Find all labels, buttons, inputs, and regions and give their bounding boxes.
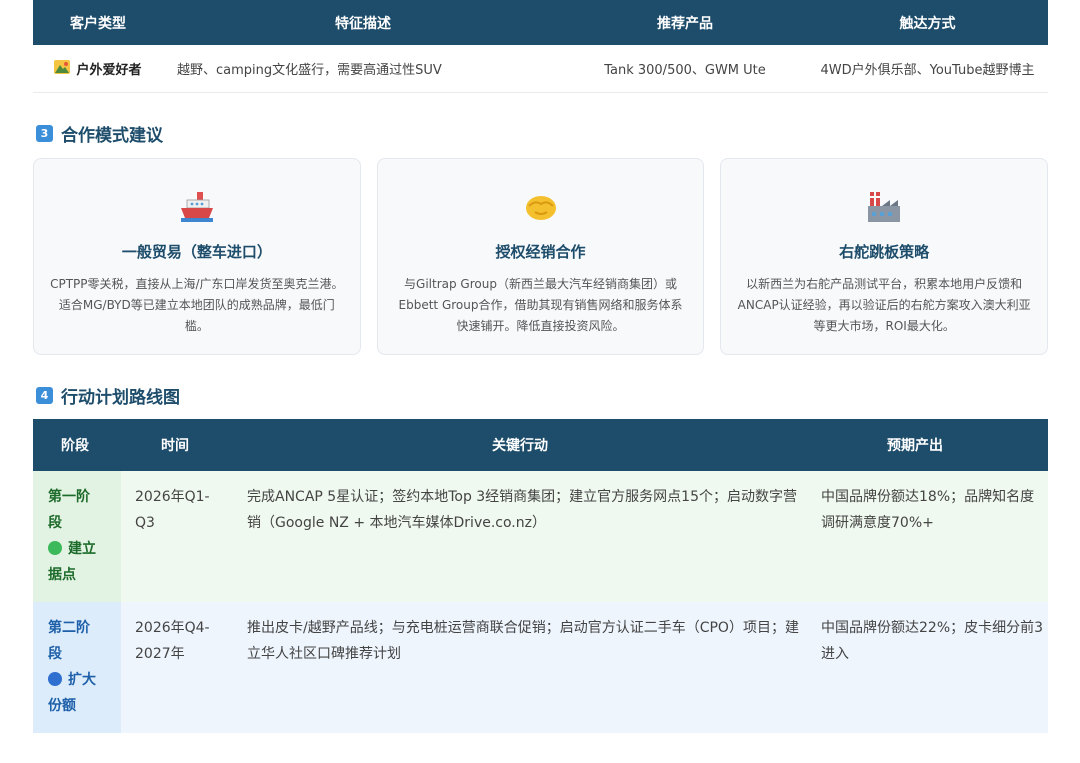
stage-name: 建立 xyxy=(48,536,121,562)
mountain-icon xyxy=(54,59,71,78)
stage-cell: 第一阶 段 建立 据点 xyxy=(33,471,121,602)
card-description: 与Giltrap Group（新西兰最大汽车经销商集团）或Ebbett Grou… xyxy=(398,277,683,333)
products-cell: Tank 300/500、GWM Ute xyxy=(604,63,766,78)
stage-name-cont: 份额 xyxy=(48,698,76,714)
number-badge: 3 xyxy=(36,125,53,142)
section-title: 行动计划路线图 xyxy=(61,388,180,408)
customer-type-cell: 户外爱好者 xyxy=(33,59,163,78)
stage-label: 第一阶 xyxy=(48,489,90,505)
green-circle-icon xyxy=(48,541,62,555)
cooperation-cards: 一般贸易（整车进口） CPTPP零关税，直接从上海/广东口岸发货至奥克兰港。适合… xyxy=(33,158,1049,355)
time-line: 2026年Q4- xyxy=(135,620,210,636)
output-cell: 中国品牌份额达18%；品牌知名度调研满意度70%+ xyxy=(821,489,1035,531)
description-cell: 越野、camping文化盛行，需要高通过性SUV xyxy=(177,63,442,78)
blue-circle-icon xyxy=(48,672,62,686)
output-cell: 中国品牌份额达22%；皮卡细分前3进入 xyxy=(821,620,1044,662)
time-line-cont: Q3 xyxy=(135,515,155,531)
customer-table: 客户类型 特征描述 推荐产品 触达方式 户外爱好者 越野、camping文化盛行… xyxy=(33,0,1048,93)
table-row: 户外爱好者 越野、camping文化盛行，需要高通过性SUV Tank 300/… xyxy=(33,45,1048,93)
header-channel: 触达方式 xyxy=(899,15,956,32)
actions-cell: 完成ANCAP 5星认证；签约本地Top 3经销商集团；建立官方服务网点15个；… xyxy=(247,489,797,531)
header-description: 特征描述 xyxy=(335,15,391,32)
stage-label-cont: 段 xyxy=(48,515,62,531)
time-cell: 2026年Q4- 2027年 xyxy=(121,602,233,733)
header-products: 推荐产品 xyxy=(657,15,713,32)
actions-cell: 推出皮卡/越野产品线；与充电桩运营商联合促销；启动官方认证二手车（CPO）项目；… xyxy=(247,620,799,662)
customer-table-header: 客户类型 特征描述 推荐产品 触达方式 xyxy=(33,0,1048,45)
stage-label-cont: 段 xyxy=(48,646,62,662)
card-title: 授权经销合作 xyxy=(495,243,586,261)
card-authorized-dealer: 授权经销合作 与Giltrap Group（新西兰最大汽车经销商集团）或Ebbe… xyxy=(376,158,705,355)
roadmap-table: 阶段 时间 关键行动 预期产出 第一阶 段 建立 据点 2026年Q1- Q3 … xyxy=(33,419,1048,733)
card-title: 一般贸易（整车进口） xyxy=(121,243,272,261)
header-customer-type: 客户类型 xyxy=(70,15,126,32)
number-badge: 4 xyxy=(36,387,53,404)
time-line: 2026年Q1- xyxy=(135,489,210,505)
header-stage: 阶段 xyxy=(61,438,89,454)
customer-type-label: 户外爱好者 xyxy=(76,63,142,78)
stage-name-cont: 据点 xyxy=(48,567,76,583)
header-output: 预期产出 xyxy=(887,438,943,454)
table-row: 第二阶 段 扩大 份额 2026年Q4- 2027年 推出皮卡/越野产品线；与充… xyxy=(33,602,1048,733)
card-rhd-strategy: 右舵跳板策略 以新西兰为右舵产品测试平台，积累本地用户反馈和ANCAP认证经验，… xyxy=(720,158,1049,355)
channel-cell: 4WD户外俱乐部、YouTube越野博主 xyxy=(820,63,1035,78)
header-actions: 关键行动 xyxy=(492,438,548,454)
stage-name: 扩大 xyxy=(48,667,121,693)
factory-icon xyxy=(721,187,1047,227)
stage-cell: 第二阶 段 扩大 份额 xyxy=(33,602,121,733)
section-heading-roadmap: 4 行动计划路线图 xyxy=(36,383,180,408)
card-description: CPTPP零关税，直接从上海/广东口岸发货至奥克兰港。适合MG/BYD等已建立本… xyxy=(50,277,344,333)
table-row: 第一阶 段 建立 据点 2026年Q1- Q3 完成ANCAP 5星认证；签约本… xyxy=(33,471,1048,602)
card-title: 右舵跳板策略 xyxy=(839,243,930,261)
section-title: 合作模式建议 xyxy=(61,126,163,146)
roadmap-table-header: 阶段 时间 关键行动 预期产出 xyxy=(33,419,1048,471)
section-heading-cooperation: 3 合作模式建议 xyxy=(36,121,163,146)
time-cell: 2026年Q1- Q3 xyxy=(121,471,233,602)
card-general-trade: 一般贸易（整车进口） CPTPP零关税，直接从上海/广东口岸发货至奥克兰港。适合… xyxy=(33,158,361,355)
handshake-icon xyxy=(378,187,704,227)
card-description: 以新西兰为右舵产品测试平台，积累本地用户反馈和ANCAP认证经验，再以验证后的右… xyxy=(737,277,1031,333)
stage-label: 第二阶 xyxy=(48,620,90,636)
header-time: 时间 xyxy=(161,438,189,454)
ship-icon xyxy=(34,187,360,227)
time-line-cont: 2027年 xyxy=(135,646,185,662)
